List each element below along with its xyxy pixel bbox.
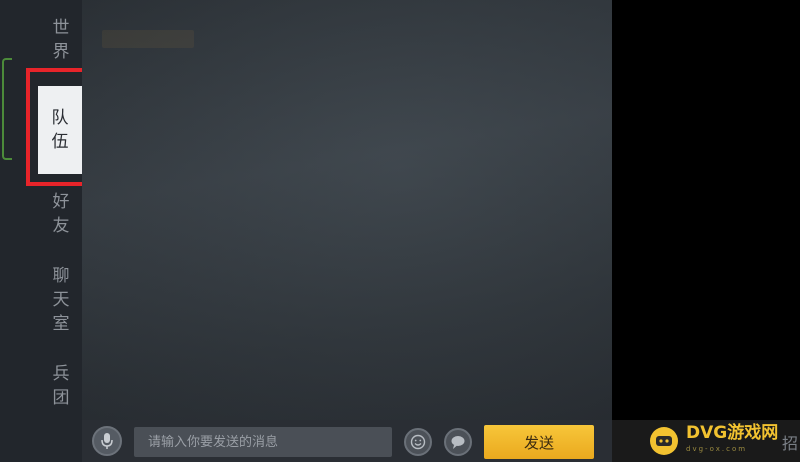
game-view-dark-region (612, 0, 800, 420)
speech-bubble-icon (451, 436, 465, 449)
tab-world-char-2: 界 (52, 42, 70, 62)
watermark-brand: DVG游戏网 dvg-ox.com (686, 425, 778, 457)
channel-sidebar: 世 界 队 伍 好 友 聊 天 室 兵 团 (0, 0, 102, 462)
faint-header-tag (102, 30, 194, 48)
tab-friends[interactable]: 好 友 (40, 190, 82, 238)
tab-friends-char-1: 好 (52, 192, 70, 212)
tab-chatroom-char-2: 天 (52, 290, 70, 310)
chat-message-area[interactable] (82, 0, 612, 420)
watermark-brand-text: DVG游戏网 (686, 423, 779, 443)
site-watermark: DVG游戏网 dvg-ox.com 招 (612, 420, 800, 462)
microphone-button[interactable] (92, 426, 122, 456)
message-input[interactable] (134, 427, 392, 457)
microphone-icon (101, 433, 113, 449)
tab-legion-char-1: 兵 (52, 364, 70, 384)
tab-team-char-1: 队 (51, 108, 69, 128)
gamepad-icon (650, 427, 678, 455)
tab-world[interactable]: 世 界 (40, 16, 82, 64)
tab-chatroom-char-1: 聊 (52, 266, 70, 286)
sidebar-edge-accent (2, 58, 12, 160)
emoji-icon (410, 434, 426, 450)
tab-legion-char-2: 团 (52, 388, 70, 408)
watermark-sub-text: dvg-ox.com (686, 445, 748, 453)
quick-chat-button[interactable] (444, 428, 472, 456)
tab-friends-char-2: 友 (52, 216, 70, 236)
tab-team[interactable]: 队 伍 (38, 86, 82, 174)
tab-chatroom-char-3: 室 (52, 314, 70, 334)
send-button[interactable]: 发送 (484, 425, 594, 459)
tab-chatroom[interactable]: 聊 天 室 (40, 264, 82, 336)
tab-team-char-2: 伍 (51, 132, 69, 152)
tab-legion[interactable]: 兵 团 (40, 362, 82, 410)
emoji-button[interactable] (404, 428, 432, 456)
chat-background (82, 0, 612, 420)
tab-world-char-1: 世 (52, 18, 70, 38)
chat-input-bar: 发送 (82, 420, 612, 462)
clipped-label: 招 (781, 434, 798, 453)
